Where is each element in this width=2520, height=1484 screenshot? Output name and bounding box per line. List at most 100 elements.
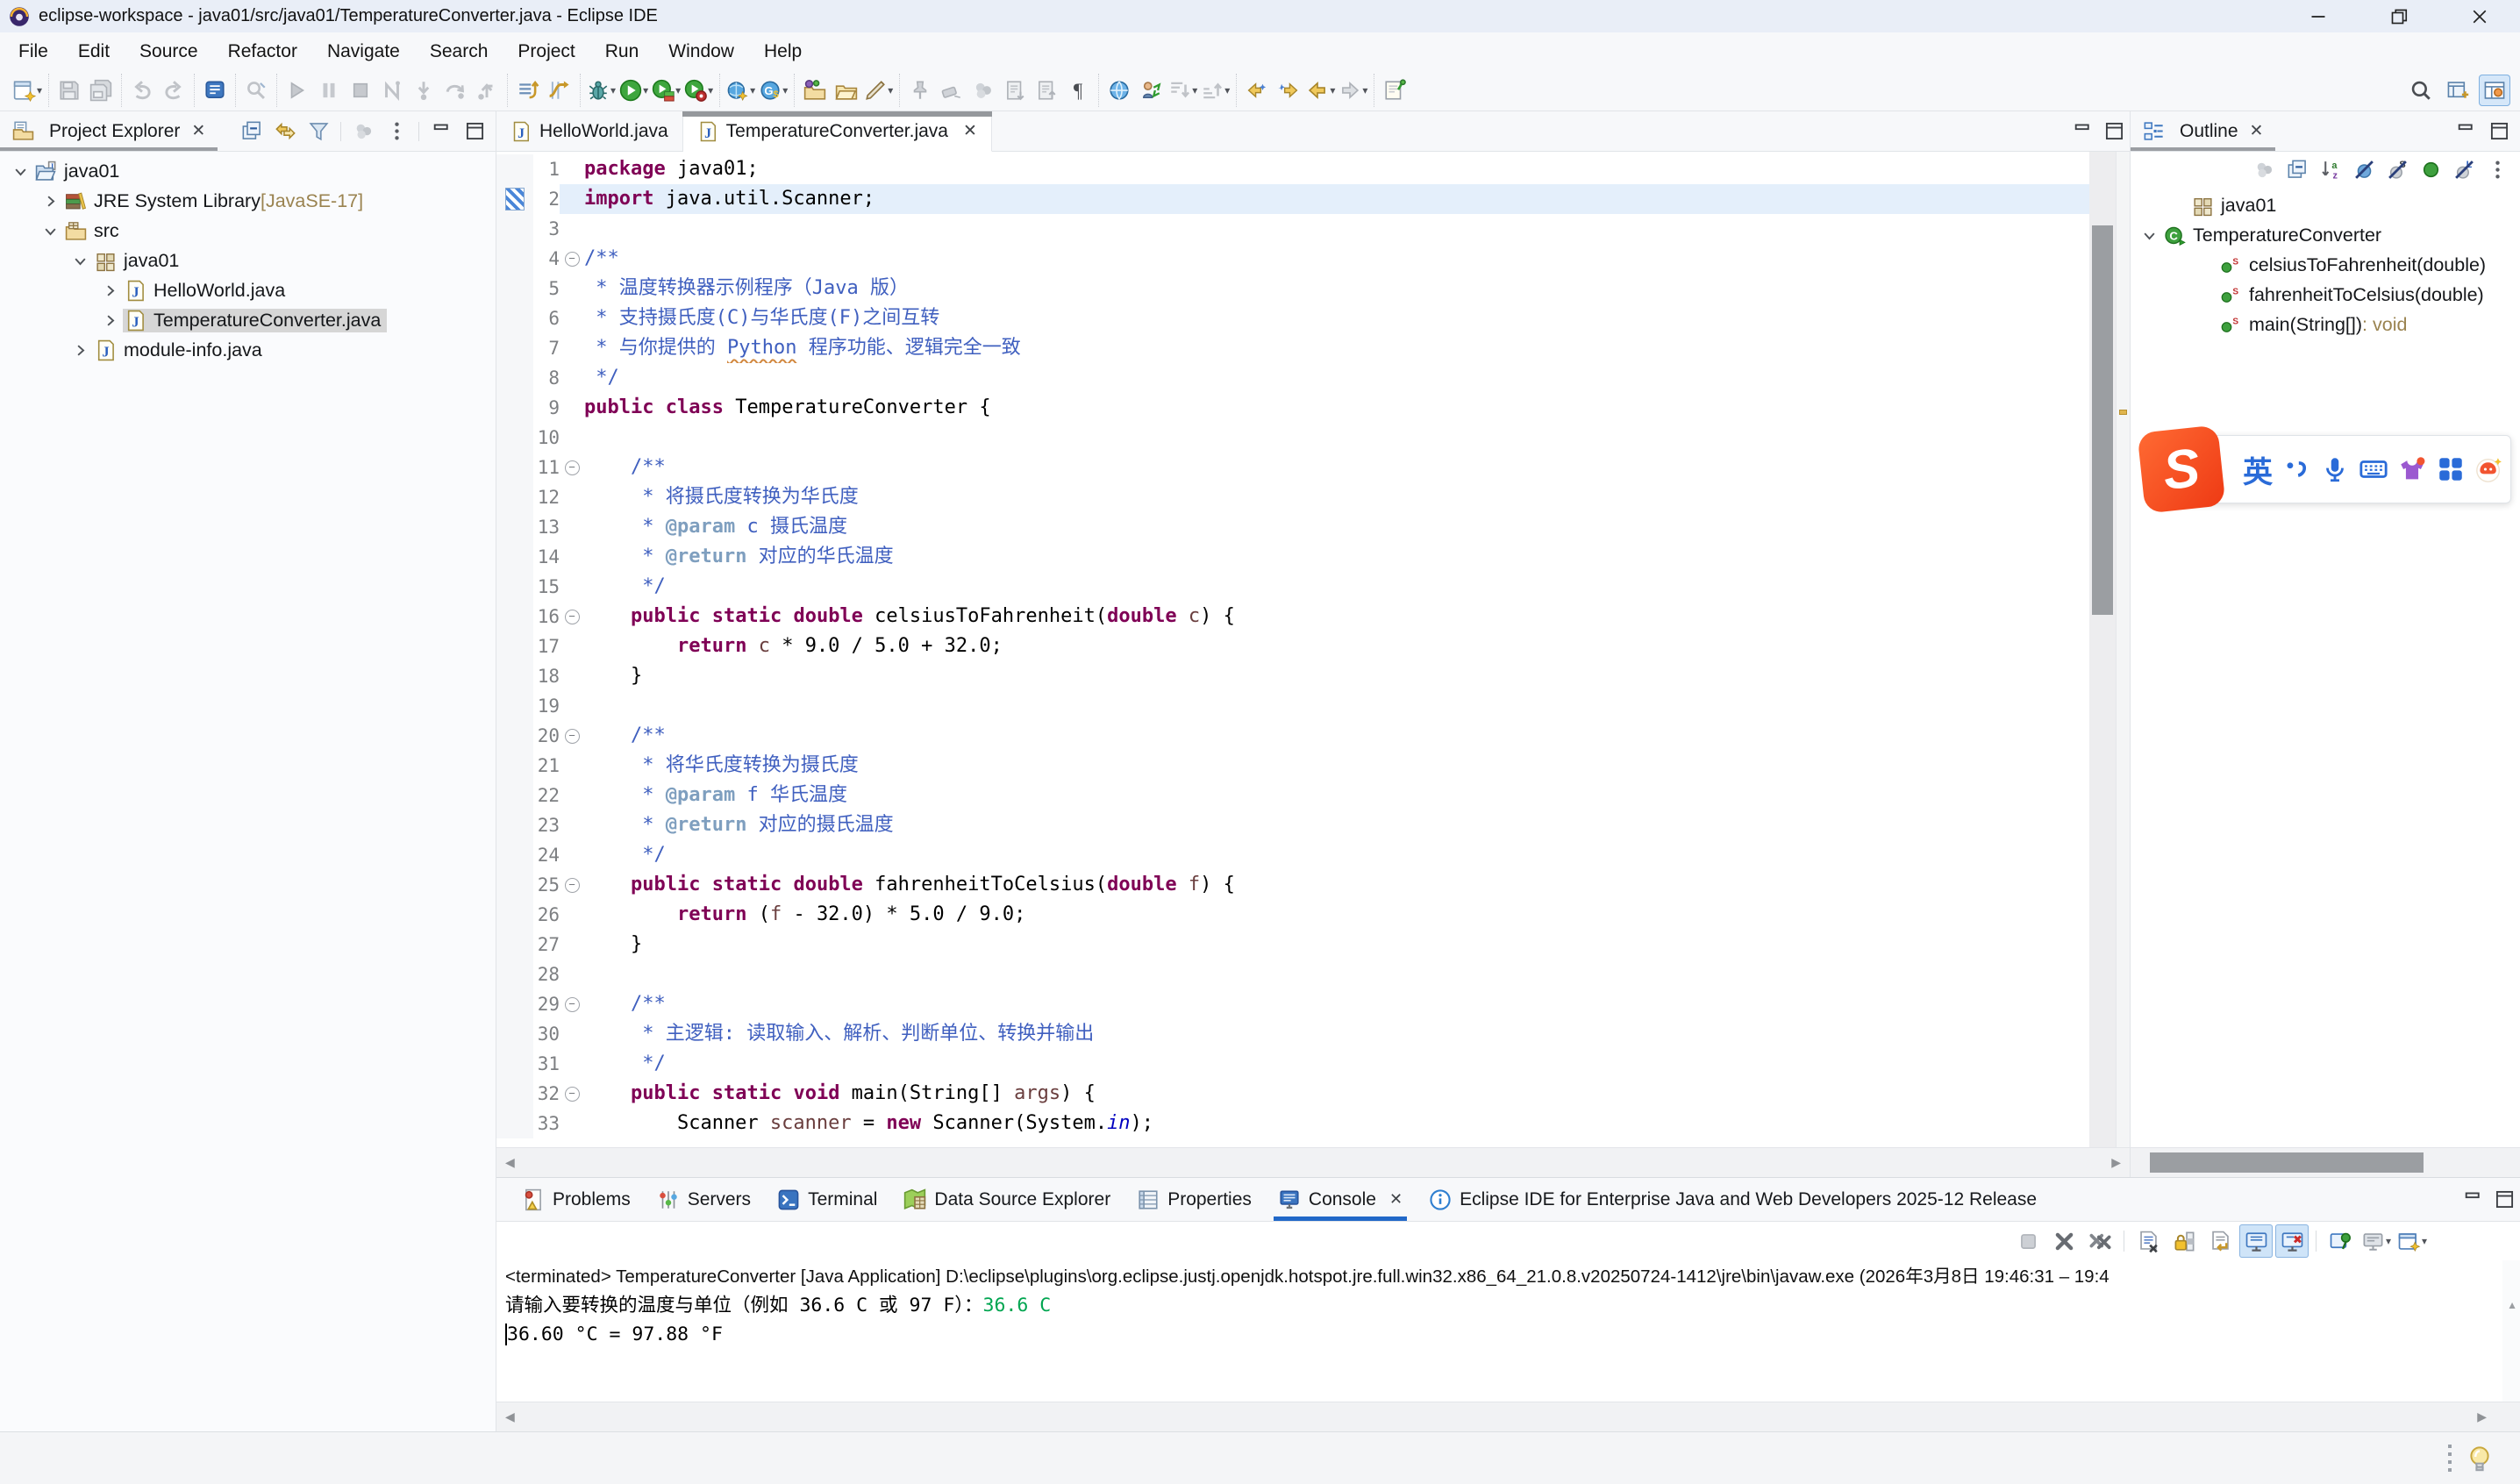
code-line-2[interactable]: 2import java.util.Scanner; bbox=[496, 184, 2089, 214]
dropdown-arrow-icon[interactable]: ▾ bbox=[610, 84, 616, 96]
fold-collapse-icon[interactable]: − bbox=[560, 1079, 584, 1109]
chevron-right-icon[interactable] bbox=[96, 282, 123, 299]
working-sets-button[interactable] bbox=[2248, 154, 2280, 184]
ime-microphone-icon[interactable] bbox=[2320, 454, 2350, 484]
debug-button[interactable]: ▾ bbox=[585, 75, 618, 106]
stop-button[interactable] bbox=[345, 75, 376, 106]
code-line-30[interactable]: 30 * 主逻辑: 读取输入、解析、判断单位、转换并输出 bbox=[496, 1019, 2089, 1049]
forward-button[interactable]: ▾ bbox=[1337, 75, 1369, 106]
fold-collapse-icon[interactable]: − bbox=[560, 989, 584, 1019]
sort-members-button[interactable]: ▾ bbox=[1167, 75, 1199, 106]
scroll-right-icon[interactable]: ▶ bbox=[2111, 1155, 2121, 1170]
ime-skin-icon[interactable] bbox=[2397, 454, 2427, 484]
new-web-service-button[interactable]: ▾ bbox=[725, 75, 757, 106]
warning-marker[interactable] bbox=[2119, 410, 2127, 415]
menu-refactor[interactable]: Refactor bbox=[213, 41, 312, 62]
scroll-right-icon[interactable]: ▶ bbox=[2477, 1409, 2487, 1424]
minimize-button[interactable] bbox=[2278, 0, 2359, 32]
pause-button[interactable] bbox=[313, 75, 345, 106]
dropdown-arrow-icon[interactable]: ▾ bbox=[782, 84, 788, 96]
word-wrap-button[interactable] bbox=[2203, 1224, 2237, 1258]
code-line-5[interactable]: 5 * 温度转换器示例程序（Java 版） bbox=[496, 274, 2089, 303]
working-sets-button[interactable] bbox=[347, 117, 379, 146]
scrollbar-thumb[interactable] bbox=[2092, 225, 2113, 615]
editor-horizontal-scrollbar[interactable]: ◀ ▶ bbox=[496, 1147, 2130, 1177]
resume-button[interactable] bbox=[282, 75, 313, 106]
dropdown-arrow-icon[interactable]: ▾ bbox=[1330, 84, 1335, 96]
code-line-7[interactable]: 7 * 与你提供的 Python 程序功能、逻辑完全一致 bbox=[496, 333, 2089, 363]
close-icon[interactable]: ✕ bbox=[963, 121, 977, 141]
code-line-10[interactable]: 10 bbox=[496, 423, 2089, 453]
code-line-28[interactable]: 28 bbox=[496, 960, 2089, 989]
profile-button[interactable]: ▾ bbox=[682, 75, 715, 106]
fold-collapse-icon[interactable]: − bbox=[560, 244, 584, 274]
clear-console-button[interactable] bbox=[2131, 1224, 2165, 1258]
show-stderr-button[interactable] bbox=[2275, 1224, 2309, 1258]
synchronize-button[interactable] bbox=[1135, 75, 1167, 106]
tab-project-explorer[interactable]: Project Explorer ✕ bbox=[0, 111, 218, 151]
use-step-filters-button[interactable] bbox=[544, 75, 575, 106]
search-document-button[interactable] bbox=[240, 75, 272, 106]
dropdown-arrow-icon[interactable]: ▾ bbox=[2386, 1235, 2391, 1247]
tree-item-helloworld-java[interactable]: JHelloWorld.java bbox=[0, 275, 496, 305]
collapse-all-button[interactable] bbox=[236, 117, 268, 146]
dropdown-arrow-icon[interactable]: ▾ bbox=[675, 84, 681, 96]
menu-run[interactable]: Run bbox=[590, 41, 654, 62]
scroll-left-icon[interactable]: ◀ bbox=[505, 1409, 515, 1424]
save-all-button[interactable] bbox=[85, 75, 117, 106]
minimize-view-button[interactable] bbox=[2450, 117, 2481, 146]
chevron-down-icon[interactable] bbox=[2136, 227, 2162, 244]
minimize-view-button[interactable] bbox=[2457, 1185, 2488, 1215]
open-element-button[interactable] bbox=[199, 75, 231, 106]
pin-editor-button[interactable] bbox=[904, 75, 936, 106]
code-line-1[interactable]: 1package java01; bbox=[496, 154, 2089, 184]
scroll-up-icon[interactable]: ▲ bbox=[2507, 1299, 2517, 1311]
new-wizard-button[interactable]: ▾ bbox=[11, 75, 44, 106]
expand-all-button[interactable]: ▾ bbox=[1199, 75, 1231, 106]
scroll-left-icon[interactable]: ◀ bbox=[505, 1155, 515, 1170]
overview-ruler[interactable] bbox=[2116, 152, 2130, 1147]
back-button[interactable]: ▾ bbox=[1304, 75, 1337, 106]
close-icon[interactable]: ✕ bbox=[1389, 1190, 1403, 1209]
show-logical-structure-button[interactable] bbox=[512, 75, 544, 106]
code-line-4[interactable]: 4−/** bbox=[496, 244, 2089, 274]
status-overflow-icon[interactable] bbox=[2448, 1445, 2452, 1472]
code-line-11[interactable]: 11− /** bbox=[496, 453, 2089, 482]
tree-item-jre-system-library[interactable]: JRE System Library [JavaSE-17] bbox=[0, 186, 496, 216]
code-line-19[interactable]: 19 bbox=[496, 691, 2089, 721]
next-annotation-button[interactable] bbox=[999, 75, 1031, 106]
occurrences-button[interactable] bbox=[967, 75, 999, 106]
menu-file[interactable]: File bbox=[4, 41, 63, 62]
undo-button[interactable] bbox=[126, 75, 158, 106]
code-line-20[interactable]: 20− /** bbox=[496, 721, 2089, 751]
menu-window[interactable]: Window bbox=[653, 41, 749, 62]
chevron-down-icon[interactable] bbox=[67, 253, 93, 269]
console-content[interactable]: <terminated> TemperatureConverter [Java … bbox=[496, 1260, 2520, 1402]
tree-item-module-info-java[interactable]: Jmodule-info.java bbox=[0, 335, 496, 365]
sort-button[interactable]: az bbox=[2315, 154, 2346, 184]
tab-terminal[interactable]: Terminal bbox=[764, 1178, 890, 1221]
chevron-down-icon[interactable] bbox=[7, 163, 33, 180]
fold-collapse-icon[interactable]: − bbox=[560, 602, 584, 631]
link-with-editor-button[interactable] bbox=[269, 117, 301, 146]
code-line-31[interactable]: 31 */ bbox=[496, 1049, 2089, 1079]
chevron-right-icon[interactable] bbox=[96, 312, 123, 329]
ime-keyboard-icon[interactable] bbox=[2359, 454, 2388, 484]
fold-collapse-icon[interactable]: − bbox=[560, 870, 584, 900]
menu-search[interactable]: Search bbox=[415, 41, 503, 62]
remove-launch-button[interactable] bbox=[2047, 1224, 2081, 1258]
open-console-button[interactable]: ▾ bbox=[2395, 1224, 2429, 1258]
tree-item-temperatureconverter-java[interactable]: JTemperatureConverter.java bbox=[0, 305, 496, 335]
editor-vertical-scrollbar[interactable] bbox=[2089, 152, 2116, 1147]
ime-assistant-icon[interactable] bbox=[2474, 454, 2504, 484]
close-icon[interactable]: ✕ bbox=[2250, 121, 2264, 141]
menu-edit[interactable]: Edit bbox=[63, 41, 125, 62]
editor-tab-helloworld-java[interactable]: JHelloWorld.java bbox=[496, 111, 683, 151]
outline-horizontal-scrollbar[interactable] bbox=[2131, 1147, 2520, 1177]
code-line-6[interactable]: 6 * 支持摄氏度(C)与华氏度(F)之间互转 bbox=[496, 303, 2089, 333]
chevron-right-icon[interactable] bbox=[37, 193, 63, 210]
view-menu-button[interactable] bbox=[2481, 154, 2513, 184]
code-line-14[interactable]: 14 * @return 对应的华氏温度 bbox=[496, 542, 2089, 572]
code-line-16[interactable]: 16− public static double celsiusToFahren… bbox=[496, 602, 2089, 631]
code-line-12[interactable]: 12 * 将摄氏度转换为华氏度 bbox=[496, 482, 2089, 512]
